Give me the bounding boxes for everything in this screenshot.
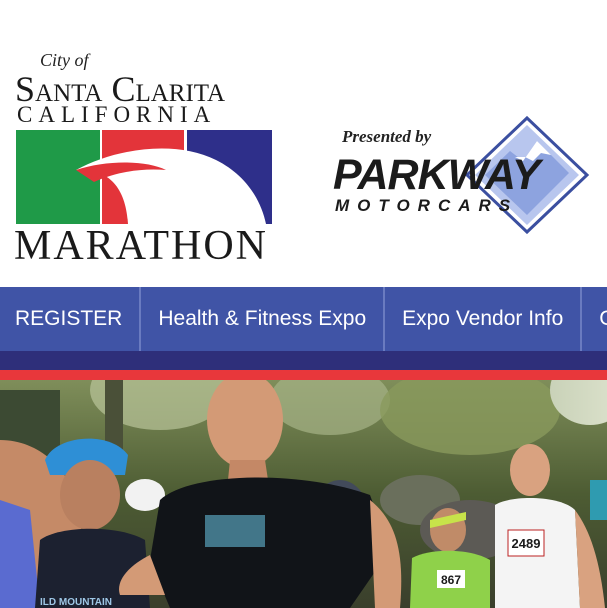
shirt-print: ILD MOUNTAIN (40, 597, 112, 608)
main-nav: REGISTER Health & Fitness Expo Expo Vend… (0, 287, 607, 351)
logo-event-name: MARATHON (14, 223, 269, 269)
sponsor-logo[interactable]: Presented by PARKWAY MOTORCARS (325, 115, 595, 245)
sponsor-name: PARKWAY (333, 151, 540, 199)
runners-photo: 867 2489 ILD MOUNTAIN (0, 380, 607, 608)
bib-number: 2489 (512, 536, 541, 551)
sponsor-subname: MOTORCARS (335, 196, 519, 215)
site-header: City of Santa Clarita CALIFORNIA MARATHO… (0, 0, 607, 287)
logo-state: CALIFORNIA (17, 102, 217, 127)
bib-number: 867 (441, 573, 461, 587)
marathon-logo[interactable]: City of Santa Clarita CALIFORNIA MARATHO… (0, 0, 300, 287)
nav-item-register[interactable]: REGISTER (0, 287, 142, 351)
nav-accent-stripe (0, 370, 607, 380)
hero-photo: 867 2489 ILD MOUNTAIN (0, 380, 607, 608)
nav-accent-band (0, 351, 607, 370)
nav-item-general[interactable]: Gen (582, 287, 607, 351)
sponsor-presented-by: Presented by (342, 127, 432, 146)
nav-item-expo-vendor-info[interactable]: Expo Vendor Info (385, 287, 583, 351)
nav-item-health-fitness-expo[interactable]: Health & Fitness Expo (141, 287, 386, 351)
marathon-emblem-icon (16, 130, 272, 224)
